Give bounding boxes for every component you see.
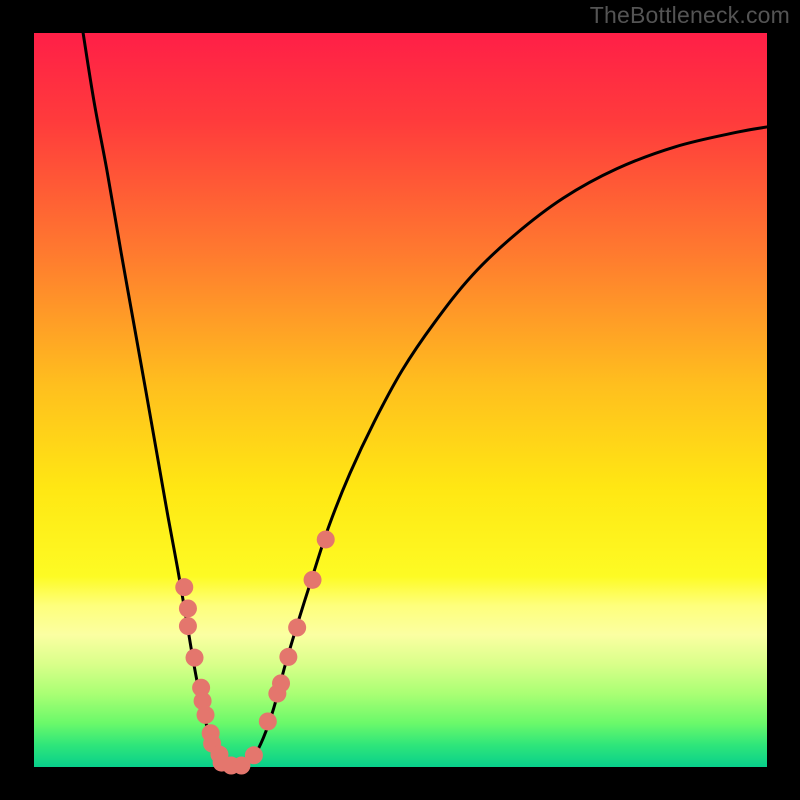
sample-marker: [197, 706, 215, 724]
sample-marker: [279, 648, 297, 666]
sample-marker: [304, 571, 322, 589]
sample-marker: [179, 617, 197, 635]
sample-marker: [288, 619, 306, 637]
sample-marker: [175, 578, 193, 596]
sample-marker: [186, 649, 204, 667]
sample-marker: [259, 712, 277, 730]
plot-area: [34, 33, 767, 767]
sample-marker: [179, 599, 197, 617]
chart-frame: TheBottleneck.com: [0, 0, 800, 800]
sample-marker: [317, 530, 335, 548]
sample-markers-group: [175, 530, 334, 774]
sample-marker: [272, 674, 290, 692]
watermark-text: TheBottleneck.com: [590, 2, 790, 29]
curve-layer: [34, 33, 767, 767]
sample-marker: [245, 746, 263, 764]
